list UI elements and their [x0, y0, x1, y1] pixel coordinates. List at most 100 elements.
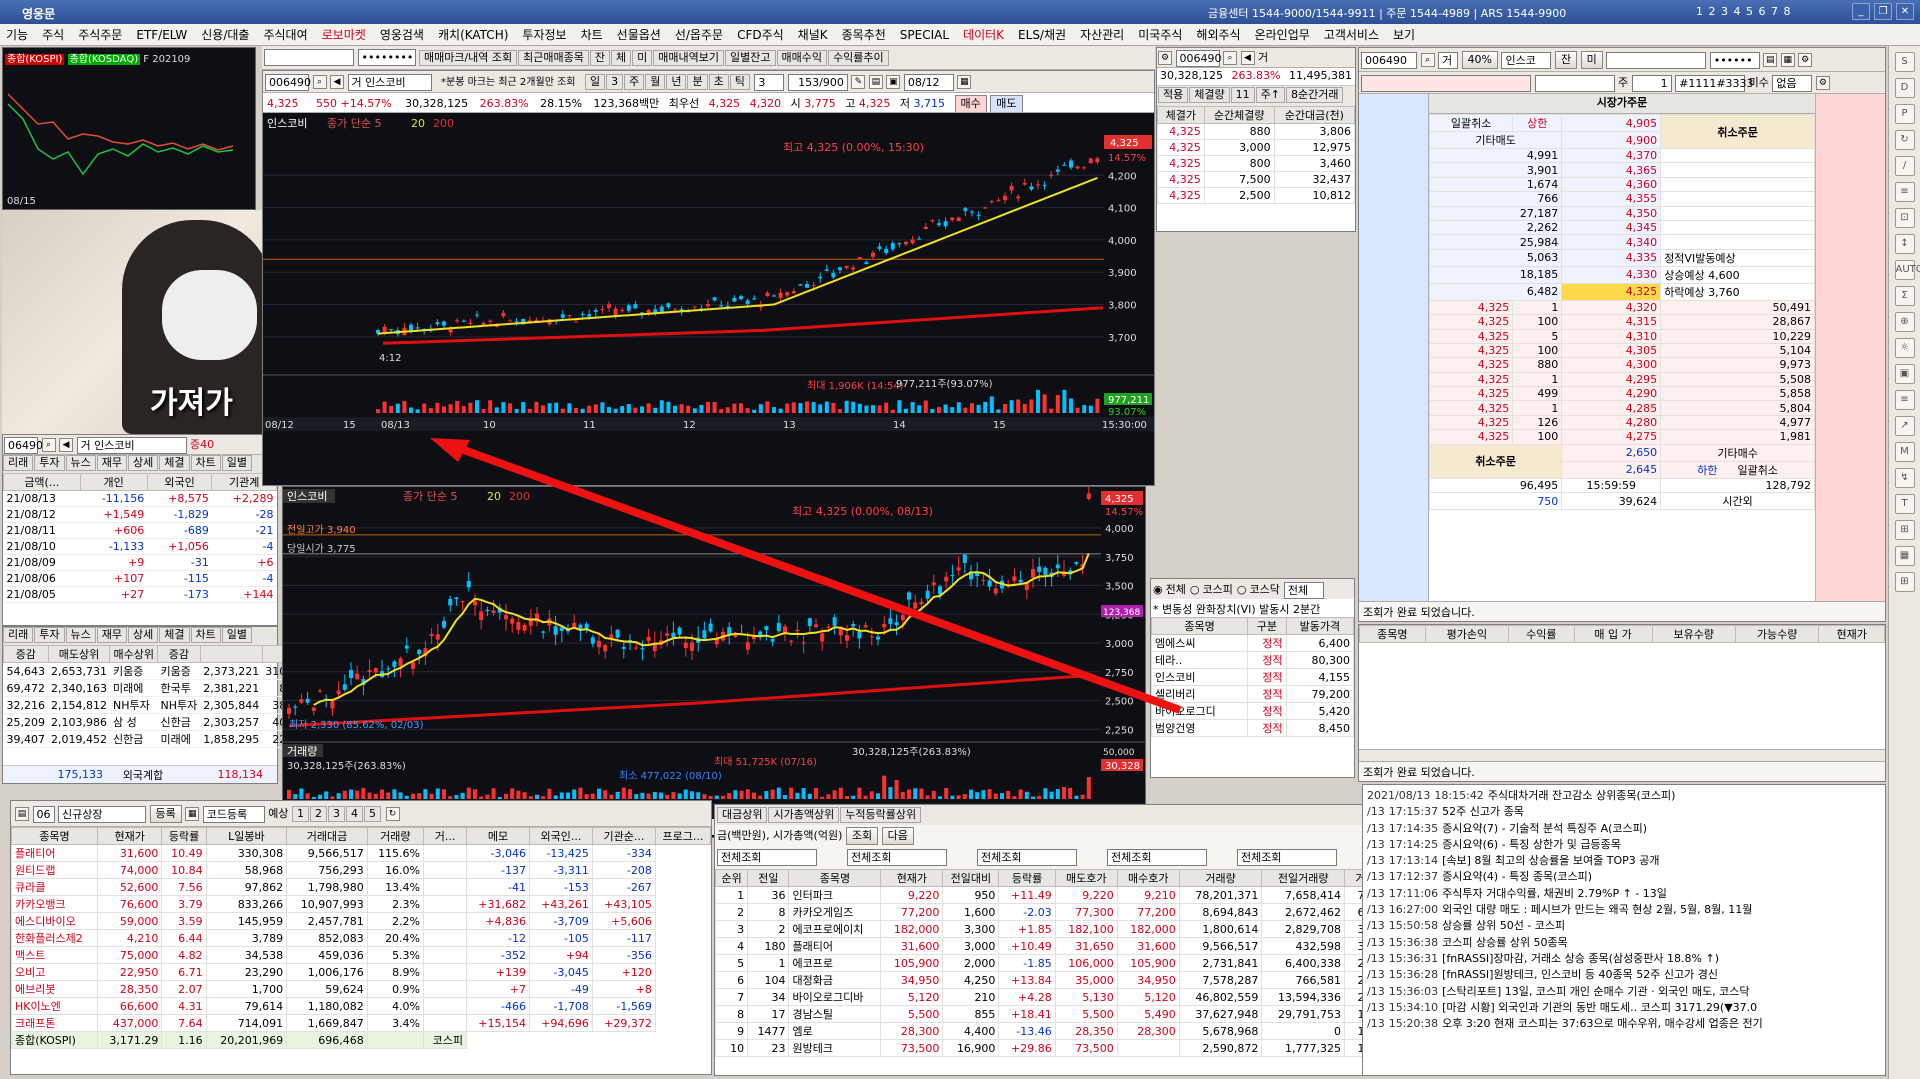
tick-code-input[interactable]: 006490 — [1175, 49, 1222, 67]
order-market-field[interactable]: 거 — [1438, 51, 1458, 69]
side-tool-icon[interactable]: ⊞ — [1894, 572, 1915, 592]
list-page-tab[interactable]: 3 — [328, 806, 345, 822]
order-password[interactable]: •••••• — [1709, 51, 1760, 69]
chart-top-tab[interactable]: 매매수익 — [776, 49, 827, 66]
column-header[interactable]: 현재가 — [96, 827, 163, 845]
table-row[interactable]: 카카오뱅크 76,600 3.79 833,266 10,907,993 2.3% +31,… — [11, 895, 711, 913]
lower-price-2[interactable]: 2,645 — [1561, 460, 1662, 479]
news-item[interactable]: /13 15:36:03 [스탁리포트] 13일, 코스피 개인 순매수 기관 · … — [1367, 983, 1881, 999]
column-header[interactable] — [199, 645, 263, 663]
broker-tab[interactable]: 차트 — [190, 627, 221, 643]
menu-item[interactable]: 캐치(KATCH) — [438, 26, 508, 43]
chart-date-input[interactable]: 08/12 — [903, 73, 954, 91]
table-row[interactable]: 맥스트 75,000 4.82 34,538 459,036 5.3% -352 +94 -35… — [11, 946, 711, 964]
ask-price[interactable]: 4,365 — [1561, 162, 1662, 178]
column-header[interactable]: 순간대금(천) — [1273, 106, 1356, 124]
list-page-tab[interactable]: 2 — [310, 806, 327, 822]
search-icon[interactable]: ⌕ — [41, 438, 56, 452]
column-header[interactable]: 거래량 — [1178, 869, 1263, 887]
broker-tab[interactable]: 상세 — [128, 627, 159, 643]
side-tool-icon[interactable]: S — [1894, 52, 1915, 72]
side-tool-icon[interactable]: ⊞ — [1894, 520, 1915, 540]
table-row[interactable]: 범양건영 정적 8,450 — [1150, 719, 1355, 737]
table-row[interactable]: 플래티어 31,600 10.49 330,308 9,566,517 115.6% -3,… — [11, 844, 711, 862]
info-tab[interactable]: 뉴스 — [65, 455, 96, 471]
rank-next-button[interactable]: 다음 — [881, 827, 914, 845]
side-tool-icon[interactable]: AUTO — [1894, 260, 1920, 280]
info-tab[interactable]: 투자 — [34, 455, 65, 471]
news-item[interactable]: /13 17:11:06 주식투자 거대수익률, 채권비 2.79%P ↑ - 13… — [1367, 885, 1881, 901]
column-header[interactable]: L일봉바 — [205, 827, 288, 845]
other-sell-label[interactable]: 기타매도 — [1428, 131, 1563, 149]
side-tool-icon[interactable]: ▣ — [1894, 364, 1915, 384]
menu-item[interactable]: CFD주식 — [737, 26, 784, 43]
sell-button[interactable]: 매도 — [990, 95, 1023, 112]
column-header[interactable]: 순간체결량 — [1203, 106, 1275, 124]
rank-tab[interactable]: 시가총액상위 — [768, 807, 840, 823]
table-row[interactable]: 21/08/06 +107 -115 -4 — [3, 570, 277, 587]
order-name-field[interactable]: 인스코 — [1501, 51, 1552, 69]
column-header[interactable]: 수익률 — [1508, 625, 1575, 643]
ask-price[interactable]: 4,360 — [1561, 176, 1662, 193]
column-header[interactable]: 매도호가 — [1054, 869, 1118, 887]
column-header[interactable]: 프로그... — [654, 827, 712, 845]
rank-condition-select[interactable]: 전체조회 — [1237, 849, 1337, 866]
column-header[interactable]: 거래대금 — [286, 827, 368, 845]
rank-condition-select[interactable]: 전체조회 — [847, 849, 947, 866]
menu-item[interactable]: 선물옵션 — [617, 26, 661, 43]
table-row[interactable]: 21/08/09 +9 -31 +6 — [3, 554, 277, 571]
ask-price[interactable]: 4,350 — [1561, 205, 1662, 221]
news-item[interactable]: /13 15:50:58 상승률 상위 50선 - 코스피 — [1367, 917, 1881, 933]
side-tool-icon[interactable]: ▦ — [1894, 546, 1915, 566]
news-item[interactable]: /13 16:27:00 외국인 대량 매도 : 페시브가 만드는 왜곡 현상 2월… — [1367, 901, 1881, 917]
table-row[interactable]: 엠에스씨 정적 6,400 — [1150, 634, 1355, 652]
table-row[interactable]: 21/08/10 -1,133 +1,056 -4 — [3, 538, 277, 555]
bid-row[interactable]: 4,325 100 4,305 5,104 — [1428, 342, 1815, 359]
menu-item[interactable]: 로보마켓 — [322, 26, 366, 43]
order-code-input[interactable]: 006490 — [1361, 51, 1417, 69]
tools-icon[interactable]: ✎ — [851, 75, 866, 89]
count-field[interactable]: 153/900 — [787, 73, 848, 91]
table-row[interactable]: 39,4072,019,452신한금미래에1,858,29522,0 — [3, 730, 300, 748]
menu-item[interactable]: 온라인업무 — [1255, 26, 1310, 43]
table-row[interactable]: 5 1 에코프로 105,900 2,000 -1.85 106,000 105,900 2,7… — [714, 954, 1408, 972]
lower-cancel[interactable]: 하한 일괄취소 — [1660, 460, 1815, 479]
table-row[interactable]: 10 23 원방테크 73,500 16,900 +29.86 73,500 2,590,87… — [714, 1039, 1408, 1057]
bid-price[interactable]: 4,310 — [1561, 328, 1662, 344]
news-item[interactable]: /13 15:36:31 [fnRASSI]장마감, 거래소 상승 종목(삼성중판사… — [1367, 950, 1881, 966]
side-tool-icon[interactable]: ↯ — [1894, 468, 1915, 488]
bid-price[interactable]: 4,305 — [1561, 342, 1662, 359]
ask-price[interactable]: 4,345 — [1561, 219, 1662, 236]
order-account-field[interactable] — [1606, 51, 1707, 69]
rank-condition-select[interactable]: 전체조회 — [717, 849, 817, 866]
menu-item[interactable]: 신용/대출 — [201, 26, 249, 43]
bid-price[interactable]: 4,275 — [1561, 429, 1662, 445]
column-header[interactable]: 전일대비 — [942, 869, 1000, 887]
bid-price[interactable]: 4,280 — [1561, 414, 1662, 431]
info-tab[interactable]: 일별 — [221, 455, 252, 471]
column-header[interactable]: 현재가 — [1818, 625, 1885, 643]
order-book[interactable]: 일괄취소 상한 4,905 취소주문 기타매도 4,900 4,991 4,370 3,901 4… — [1428, 114, 1815, 511]
broker-tab[interactable]: 일별 — [221, 627, 252, 643]
menu-item[interactable]: 주식 — [42, 26, 64, 43]
balance-button[interactable]: 잔 — [1554, 51, 1578, 69]
menu-item[interactable]: 주식대여 — [263, 26, 307, 43]
ask-row[interactable]: 6,482 4,325 하락예상 3,760 — [1428, 282, 1815, 301]
menu-item[interactable]: 기능 — [6, 26, 28, 43]
bid-row[interactable]: 4,325 1 4,320 50,491 — [1428, 299, 1815, 316]
interval-input[interactable]: 3 — [754, 73, 785, 91]
column-header[interactable]: 체결가 — [1157, 106, 1205, 124]
bid-row[interactable]: 4,325 100 4,315 28,867 — [1428, 314, 1815, 330]
account-select[interactable] — [264, 49, 354, 66]
chart-top-tab[interactable]: 일별잔고 — [725, 49, 776, 66]
cancel-bottom-button[interactable]: 취소주문 — [1428, 443, 1563, 479]
gear-icon[interactable]: ⚙ — [1798, 53, 1813, 67]
column-header[interactable]: 증감 — [3, 645, 49, 663]
column-header[interactable]: 메모 — [466, 827, 530, 845]
password-input[interactable]: •••••••• — [357, 49, 416, 66]
other-buy-label[interactable]: 기타매수 — [1660, 443, 1815, 462]
bid-row[interactable]: 4,325 100 4,275 1,981 — [1428, 429, 1815, 445]
period-tab[interactable]: 년 — [666, 74, 687, 90]
news-item[interactable]: /13 17:12:37 증시요약(4) - 특징 종목(코스피) — [1367, 868, 1881, 884]
rank-tab[interactable]: 대금상위 — [717, 807, 768, 823]
